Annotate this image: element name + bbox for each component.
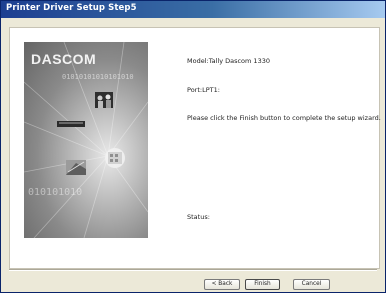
banner-artwork: DASCOM 01010101010101010 010101010: [24, 42, 148, 238]
title-bar[interactable]: Printer Driver Setup Step5: [1, 1, 385, 18]
status-label: Status:: [187, 213, 210, 221]
printer-strip-icon: [57, 121, 85, 127]
building-globe-icon: [105, 148, 125, 168]
people-photo-icon: [95, 92, 113, 108]
cancel-button[interactable]: Cancel: [293, 279, 330, 290]
binary-pattern-top: 01010101010101010: [62, 73, 134, 81]
setup-wizard-window: Printer Driver Setup Step5 DASCOM 010101…: [0, 0, 386, 293]
button-separator: [9, 269, 377, 271]
finish-button[interactable]: Finish: [245, 279, 280, 290]
binary-pattern-bottom: 010101010: [28, 187, 82, 198]
dascom-logo-text: DASCOM: [31, 51, 96, 67]
print-mechanism-icon: [66, 160, 86, 175]
printer-model-label: Model:Tally Dascom 1330: [187, 57, 270, 65]
finish-instruction-text: Please click the Finish button to comple…: [187, 114, 381, 122]
window-title: Printer Driver Setup Step5: [6, 3, 137, 13]
back-button[interactable]: < Back: [204, 279, 240, 290]
printer-port-label: Port:LPT1:: [187, 86, 220, 94]
dascom-banner-image: DASCOM 01010101010101010 010101010: [24, 42, 148, 238]
wizard-content-panel: DASCOM 01010101010101010 010101010 Model…: [9, 27, 381, 269]
